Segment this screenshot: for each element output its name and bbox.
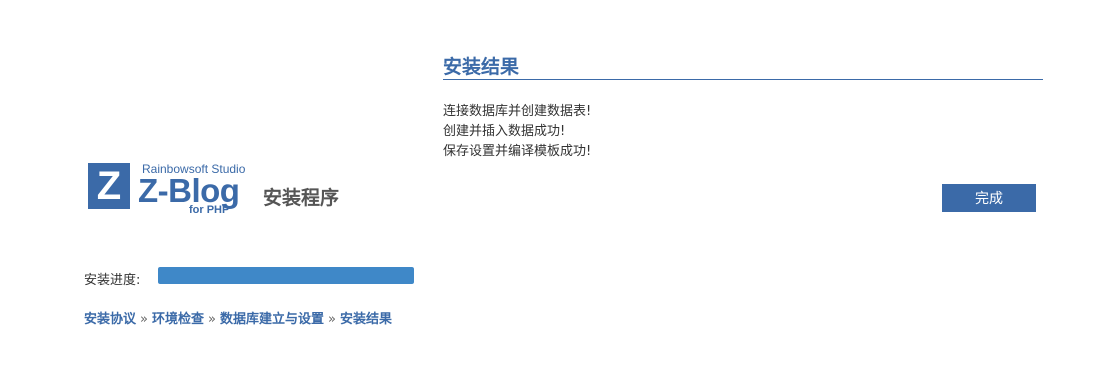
page-title: 安装结果: [443, 52, 1043, 80]
logo-for-php-text: for PHP: [189, 204, 230, 216]
result-message: 创建并插入数据成功!: [443, 124, 566, 139]
main-content: 安装结果 连接数据库并创建数据表! 创建并插入数据成功! 保存设置并编译模板成功…: [443, 0, 1045, 388]
install-progress: 安装进度:: [84, 266, 424, 288]
result-message: 连接数据库并创建数据表!: [443, 104, 592, 119]
step-separator: »: [208, 312, 216, 327]
result-messages: 连接数据库并创建数据表! 创建并插入数据成功! 保存设置并编译模板成功!: [443, 102, 591, 162]
progress-label: 安装进度:: [84, 273, 141, 288]
logo-z-mark: Z: [88, 163, 130, 209]
step-environment-check: 环境检查: [151, 312, 204, 327]
step-install-result: 安装结果: [339, 312, 392, 327]
sidebar: Z Rainbowsoft Studio Z-Blog for PHP 安装程序…: [84, 0, 424, 388]
step-separator: »: [140, 312, 148, 327]
step-breadcrumb: 安装协议» 环境检查» 数据库建立与设置» 安装结果: [84, 308, 392, 327]
step-database-setup: 数据库建立与设置: [219, 312, 324, 327]
progress-bar: [158, 267, 414, 284]
installer-page: { "logo": { "letter": "Z", "studio": "Ra…: [0, 0, 1100, 388]
zblog-logo: Z Rainbowsoft Studio Z-Blog for PHP 安装程序: [88, 160, 358, 220]
result-message: 保存设置并编译模板成功!: [443, 144, 592, 159]
progress-bar-fill: [158, 267, 414, 284]
installer-title: 安装程序: [263, 187, 340, 209]
step-agreement: 安装协议: [84, 312, 137, 327]
finish-button[interactable]: 完成: [942, 184, 1036, 212]
step-separator: »: [327, 312, 336, 327]
